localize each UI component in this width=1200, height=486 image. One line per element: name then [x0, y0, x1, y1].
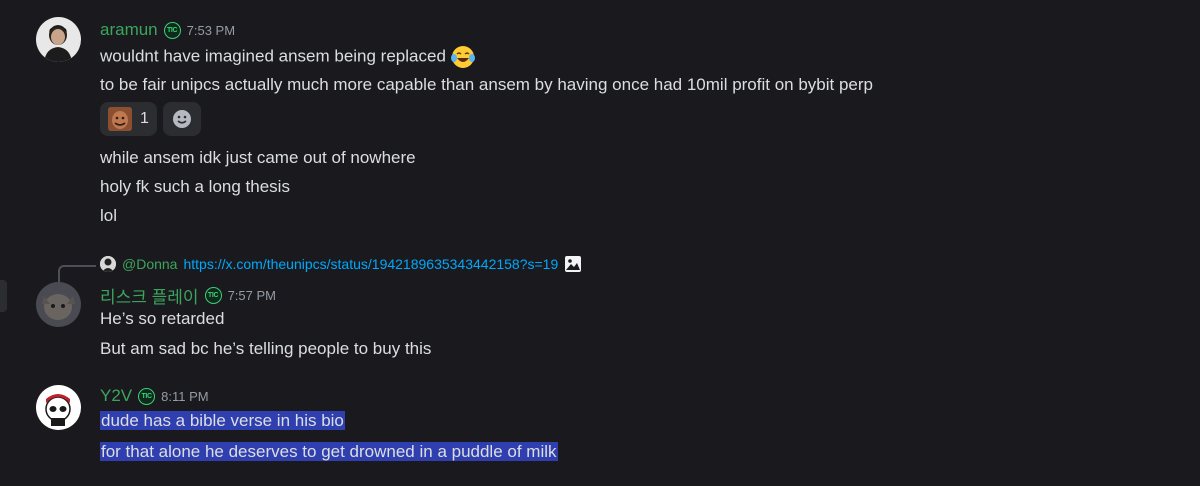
message-header: 리스크 플레이 TIC 7:57 PM: [100, 283, 276, 308]
reply-link[interactable]: https://x.com/theunipcs/status/194218963…: [183, 256, 558, 272]
smiley-icon: [172, 110, 191, 128]
timestamp[interactable]: 7:57 PM: [228, 288, 276, 303]
message-header: aramun TIC 7:53 PM: [100, 20, 235, 40]
username[interactable]: aramun: [100, 20, 158, 40]
message-line: for that alone he deserves to get drowne…: [100, 441, 558, 463]
channel-indicator-tab: [0, 280, 7, 312]
face-with-tears-of-joy-icon: [450, 46, 475, 68]
message-line: holy fk such a long thesis: [100, 177, 290, 196]
message-line: But am sad bc he’s telling people to buy…: [100, 339, 432, 358]
username[interactable]: Y2V: [100, 386, 132, 406]
custom-face-emoji-icon: [108, 107, 132, 131]
avatar[interactable]: [36, 385, 81, 430]
image-icon: [565, 256, 582, 272]
message-header: Y2V TIC 8:11 PM: [100, 386, 209, 406]
role-badge-icon[interactable]: TIC: [163, 21, 181, 39]
selected-text: dude has a bible verse in his bio: [100, 411, 345, 430]
reply-avatar: [100, 256, 116, 272]
reaction-button[interactable]: 1: [100, 102, 157, 136]
message-line: to be fair unipcs actually much more cap…: [100, 75, 874, 94]
message-line: while ansem idk just came out of nowhere: [100, 148, 416, 167]
timestamp[interactable]: 8:11 PM: [161, 389, 208, 404]
timestamp[interactable]: 7:53 PM: [187, 23, 235, 38]
message-text: wouldnt have imagined ansem being replac…: [100, 46, 446, 66]
username[interactable]: 리스크 플레이: [100, 283, 199, 308]
add-reaction-button[interactable]: [162, 102, 201, 136]
reply-username[interactable]: @Donna: [122, 256, 177, 272]
reactions-bar: 1: [100, 102, 201, 136]
selected-text: for that alone he deserves to get drowne…: [100, 442, 558, 461]
avatar[interactable]: [36, 282, 81, 327]
role-badge-icon[interactable]: TIC: [138, 387, 156, 405]
reply-connector: [58, 265, 96, 283]
message-line: lol: [100, 206, 118, 225]
message-line: dude has a bible verse in his bio: [100, 410, 345, 432]
avatar[interactable]: [36, 17, 81, 62]
reaction-count: 1: [140, 110, 149, 127]
role-badge-icon[interactable]: TIC: [204, 287, 222, 304]
message-line: wouldnt have imagined ansem being replac…: [100, 44, 476, 70]
reply-reference[interactable]: @Donna https://x.com/theunipcs/status/19…: [100, 255, 582, 273]
message-line: He’s so retarded: [100, 309, 225, 328]
